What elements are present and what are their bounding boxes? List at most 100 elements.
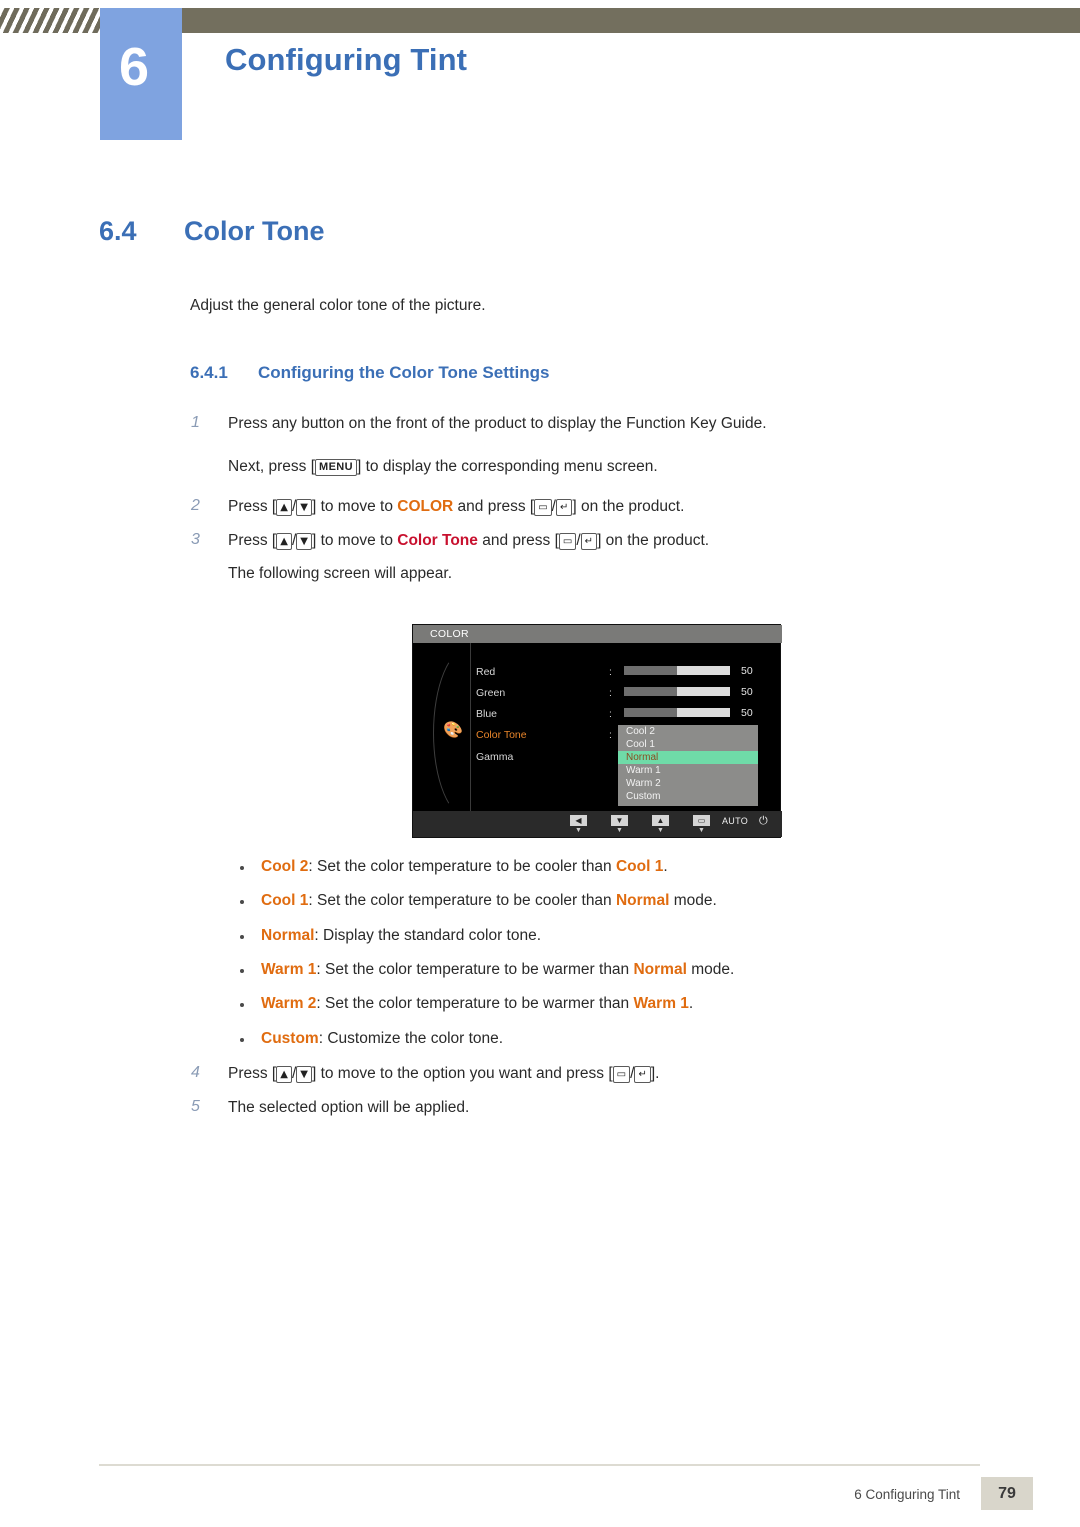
bullet-marker: [240, 1038, 244, 1042]
bullet-sep: :: [316, 995, 326, 1012]
osd-title-label: COLOR: [430, 628, 469, 640]
header-bar: [182, 8, 1080, 33]
bullet-sep: :: [308, 858, 317, 875]
bullet-marker: [240, 866, 244, 870]
bullet-term: Cool 2: [261, 858, 309, 875]
bullet-text-a: Set the color temperature to be warmer t…: [325, 995, 634, 1012]
bullet-term2: Cool 1: [615, 858, 664, 875]
step-3-text-a: Press [: [228, 532, 277, 549]
bullet-item-cool-2: Cool 2: Set the color temperature to be …: [261, 858, 668, 876]
osd-row-label-red: Red: [476, 666, 496, 678]
osd-row-value-blue: 50: [741, 707, 753, 719]
osd-slider-fill-blue: [624, 708, 677, 717]
section-number: 6.4: [99, 216, 137, 246]
enter-return-key-icon: ↵: [634, 1066, 651, 1083]
step-1-number: 1: [191, 414, 200, 431]
step-1-text-after-key: ] to display the corresponding menu scre…: [357, 458, 658, 475]
osd-row-label-gamma[interactable]: Gamma: [476, 751, 513, 763]
osd-slider-red[interactable]: [624, 666, 730, 675]
step-1-line-2: Next, press [MENU] to display the corres…: [228, 458, 658, 476]
footer-page-number: 79: [981, 1477, 1033, 1510]
osd-slider-blue[interactable]: [624, 708, 730, 717]
bullet-item-cool-1: Cool 1: Set the color temperature to be …: [261, 892, 717, 910]
bullet-term: Normal: [261, 927, 315, 944]
bullet-marker: [240, 900, 244, 904]
osd-row-label-blue: Blue: [476, 708, 498, 720]
down-arrow-key-icon: ▼: [296, 533, 312, 550]
bullet-marker: [240, 1003, 244, 1007]
osd-back-button-caret: ▼: [575, 827, 582, 834]
enter-bar-key-icon: ▭: [558, 533, 577, 550]
step-3-line: Press [▲ / ▼] to move to Color Tone and pr…: [228, 532, 709, 550]
step-3-text-c: and press [: [477, 532, 559, 549]
header-hatch-decoration: [0, 8, 100, 33]
step-4-text-a: Press [: [228, 1065, 277, 1082]
step-4-text-d: ].: [650, 1065, 660, 1082]
osd-menu-item-cool-1[interactable]: Cool 1: [626, 739, 655, 750]
bullet-term: Custom: [261, 1030, 319, 1047]
bullet-marker: [240, 935, 244, 939]
step-5-number: 5: [191, 1098, 200, 1115]
step-3-text-d: ] on the product.: [597, 532, 710, 549]
menu-key-icon: MENU: [315, 459, 357, 476]
osd-color-tone-dropdown[interactable]: Cool 2 Cool 1 Normal Warm 1 Warm 2 Custo…: [618, 725, 758, 806]
step-3-number: 3: [191, 531, 200, 548]
bullet-text-b: .: [663, 858, 668, 875]
osd-up-button-icon[interactable]: ▲: [652, 815, 669, 826]
osd-down-button-icon[interactable]: ▼: [611, 815, 628, 826]
bullet-text-b: mode.: [686, 961, 735, 978]
osd-row-value-green: 50: [741, 686, 753, 698]
osd-slider-fill-green: [624, 687, 677, 696]
osd-menu-item-warm-2[interactable]: Warm 2: [626, 778, 661, 789]
osd-row-label-color-tone[interactable]: Color Tone: [476, 729, 527, 741]
osd-menu-item-warm-1[interactable]: Warm 1: [626, 765, 661, 776]
section-intro-text: Adjust the general color tone of the pic…: [190, 297, 486, 314]
bullet-sep: :: [314, 927, 324, 944]
power-icon[interactable]: ⏻: [759, 815, 768, 828]
up-arrow-key-icon: ▲: [276, 1066, 292, 1083]
step-3-text-b: ] to move to: [311, 532, 398, 549]
bullet-text-b: .: [688, 995, 694, 1012]
footer-divider: [99, 1464, 980, 1466]
step-2-text-b: ] to move to: [311, 498, 398, 515]
bullet-sep: :: [308, 892, 317, 909]
enter-return-key-icon: ↵: [555, 499, 573, 516]
bullet-text-a: Set the color temperature to be cooler t…: [317, 858, 616, 875]
chapter-number-badge: 6: [100, 8, 182, 140]
step-4-text-b: ] to move to the option you want and pre…: [311, 1065, 613, 1082]
section-title: Color Tone: [184, 216, 325, 246]
step-5-line: The selected option will be applied.: [228, 1099, 470, 1116]
osd-row-colon-color-tone: :: [609, 729, 612, 741]
bullet-text-a: Set the color temperature to be cooler t…: [317, 892, 616, 909]
osd-down-button-caret: ▼: [616, 827, 623, 834]
bullet-marker: [240, 969, 244, 973]
bullet-sep: :: [316, 961, 326, 978]
osd-menu-item-custom[interactable]: Custom: [626, 791, 660, 802]
osd-back-button-icon[interactable]: ◀: [570, 815, 587, 826]
footer-chapter-label: 6 Configuring Tint: [854, 1487, 960, 1502]
osd-menu-item-cool-2[interactable]: Cool 2: [626, 726, 655, 737]
osd-enter-button-icon[interactable]: ▭: [693, 815, 710, 826]
step-1-line-1: Press any button on the front of the pro…: [228, 415, 767, 432]
down-arrow-key-icon: ▼: [296, 1066, 312, 1083]
up-arrow-key-icon: ▲: [276, 499, 292, 516]
osd-row-value-red: 50: [741, 665, 753, 677]
step-3-followup: The following screen will appear.: [228, 565, 453, 582]
step-4-line: Press [▲ / ▼] to move to the option you wa…: [228, 1065, 659, 1083]
osd-menu-item-normal[interactable]: Normal: [626, 751, 658, 764]
osd-auto-button-label[interactable]: AUTO: [722, 816, 748, 826]
osd-row-colon-red: :: [609, 666, 612, 678]
step-2-number: 2: [191, 497, 200, 514]
bullet-term2: Normal: [615, 892, 670, 909]
bullet-item-warm-2: Warm 2: Set the color temperature to be …: [261, 995, 693, 1013]
bullet-text-a: Customize the color tone.: [327, 1030, 504, 1047]
osd-screenshot: COLOR 🎨 Red : 50 Green : 50 Blue : 50 Co…: [412, 624, 782, 838]
step-2-text-c: and press [: [453, 498, 535, 515]
osd-slider-green[interactable]: [624, 687, 730, 696]
osd-row-colon-blue: :: [609, 708, 612, 720]
down-arrow-key-icon: ▼: [296, 499, 312, 516]
bullet-item-custom: Custom: Customize the color tone.: [261, 1030, 503, 1048]
bullet-term: Warm 1: [261, 961, 317, 978]
osd-title-bar: COLOR: [413, 625, 782, 643]
subsection-number: 6.4.1: [190, 363, 228, 382]
